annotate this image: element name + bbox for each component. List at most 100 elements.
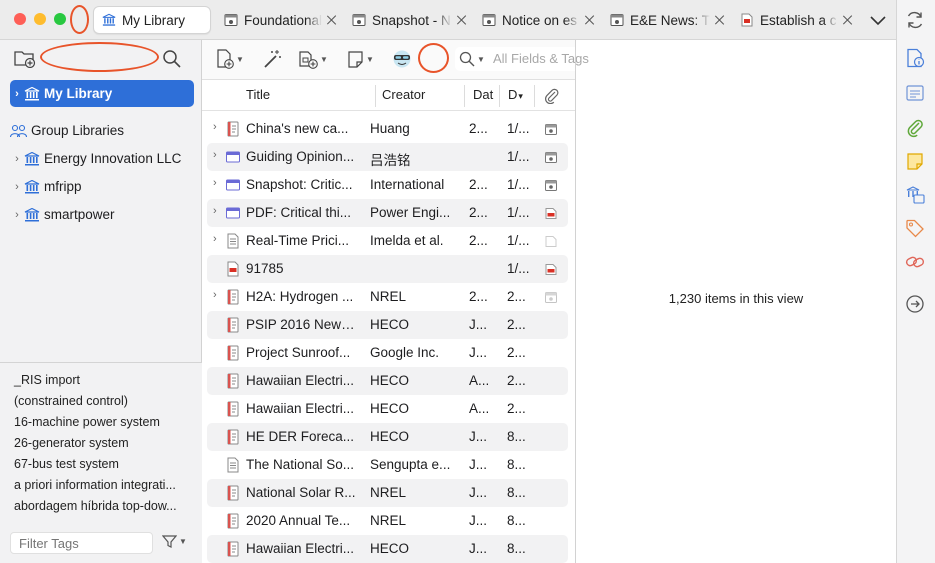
snapshot-attachment-icon[interactable] bbox=[545, 180, 557, 191]
group-libraries-header: Group Libraries bbox=[10, 117, 194, 144]
tags-section-icon[interactable] bbox=[905, 218, 925, 238]
close-tab-icon[interactable] bbox=[714, 14, 726, 26]
related-section-icon[interactable] bbox=[905, 252, 925, 272]
add-by-identifier-button[interactable] bbox=[262, 48, 282, 70]
new-attachment-button[interactable]: ▼ bbox=[298, 48, 328, 70]
cell-creator: HECO bbox=[370, 541, 410, 556]
file-attachment-icon[interactable] bbox=[545, 236, 557, 247]
report-item-type-icon bbox=[227, 429, 239, 445]
tab-notice[interactable]: Notice on es bbox=[474, 6, 602, 34]
close-tab-icon[interactable] bbox=[326, 14, 338, 26]
expand-chevron-icon[interactable]: › bbox=[10, 153, 24, 165]
column-separator[interactable] bbox=[534, 85, 535, 107]
collection-my-library[interactable]: › My Library bbox=[10, 80, 194, 107]
expand-row-chevron-icon[interactable]: › bbox=[213, 177, 217, 189]
expand-chevron-icon[interactable]: › bbox=[10, 181, 24, 193]
sync-icon[interactable] bbox=[905, 10, 925, 30]
tab-ee-news[interactable]: E&E News: T bbox=[602, 6, 732, 34]
cell-creator: International bbox=[370, 177, 445, 192]
cell-date-added: 2... bbox=[507, 345, 526, 360]
close-tab-icon[interactable] bbox=[584, 14, 596, 26]
snapshot-attachment-icon[interactable] bbox=[545, 152, 557, 163]
expand-row-chevron-icon[interactable]: › bbox=[213, 205, 217, 217]
tag-actions-button[interactable]: ▼ bbox=[162, 534, 187, 549]
attachments-column-icon[interactable] bbox=[544, 88, 560, 104]
notes-section-icon[interactable] bbox=[905, 151, 925, 171]
tab-label: Establish a c bbox=[760, 12, 837, 28]
abstract-section-icon[interactable] bbox=[905, 83, 925, 103]
locate-icon[interactable] bbox=[905, 294, 925, 314]
tab-label: E&E News: T bbox=[630, 12, 710, 28]
cell-title: Snapshot: Critic... bbox=[246, 177, 353, 192]
cell-creator: NREL bbox=[370, 485, 407, 500]
tab-my-library[interactable]: My Library bbox=[93, 6, 211, 34]
pdf-attachment-icon[interactable] bbox=[545, 264, 557, 275]
column-separator[interactable] bbox=[375, 85, 376, 107]
expand-row-chevron-icon[interactable]: › bbox=[213, 289, 217, 301]
tab-snapshot[interactable]: Snapshot - N bbox=[344, 6, 474, 34]
cell-creator: Google Inc. bbox=[370, 345, 440, 360]
close-tab-icon[interactable] bbox=[842, 14, 854, 26]
tabs-overflow-chevron-icon[interactable] bbox=[869, 15, 887, 26]
expand-chevron-icon[interactable]: › bbox=[10, 209, 24, 221]
cell-date: J... bbox=[469, 541, 488, 556]
cell-date-added: 1/... bbox=[507, 149, 530, 164]
expand-chevron-icon[interactable]: › bbox=[10, 88, 24, 100]
column-header-date-added[interactable]: D▾ bbox=[508, 87, 523, 102]
column-header-title[interactable]: Title bbox=[246, 87, 270, 102]
document-item-type-icon bbox=[227, 233, 239, 249]
snapshot-attachment-icon[interactable] bbox=[545, 292, 557, 303]
collection-label: mfripp bbox=[44, 179, 82, 194]
new-item-button[interactable]: ▼ bbox=[216, 48, 244, 70]
filter-tags-input[interactable] bbox=[10, 532, 153, 554]
tag-item[interactable]: (constrained control) bbox=[14, 394, 128, 408]
library-icon bbox=[24, 179, 40, 193]
group-energy-innovation[interactable]: › Energy Innovation LLC bbox=[10, 145, 194, 172]
group-mfripp[interactable]: › mfripp bbox=[10, 173, 194, 200]
new-collection-icon[interactable] bbox=[14, 49, 36, 68]
tab-label: Snapshot - N bbox=[372, 12, 451, 28]
info-section-icon[interactable] bbox=[905, 48, 925, 68]
attachments-section-icon[interactable] bbox=[905, 118, 925, 138]
cell-title: Project Sunroof... bbox=[246, 345, 351, 360]
zoom-window-button[interactable] bbox=[54, 13, 66, 25]
expand-row-chevron-icon[interactable]: › bbox=[213, 121, 217, 133]
column-header-creator[interactable]: Creator bbox=[382, 87, 425, 102]
tab-foundational[interactable]: Foundational bbox=[216, 6, 344, 34]
snapshot-attachment-icon[interactable] bbox=[545, 124, 557, 135]
new-note-button[interactable]: ▼ bbox=[347, 48, 374, 70]
close-tab-icon[interactable] bbox=[456, 14, 468, 26]
libraries-collections-icon[interactable] bbox=[905, 184, 925, 204]
group-smartpower[interactable]: › smartpower bbox=[10, 201, 194, 228]
cell-creator: HECO bbox=[370, 373, 410, 388]
search-collections-icon[interactable] bbox=[162, 49, 182, 69]
search-mode-button[interactable]: ▼ bbox=[459, 51, 485, 67]
tag-item[interactable]: abordagem híbrida top-dow... bbox=[14, 499, 177, 513]
column-header-date[interactable]: Dat bbox=[473, 87, 493, 102]
tag-item[interactable]: 16-machine power system bbox=[14, 415, 160, 429]
cell-date-added: 1/... bbox=[507, 121, 530, 136]
column-label: D bbox=[508, 87, 518, 102]
column-separator[interactable] bbox=[464, 85, 465, 107]
reader-avatar-button[interactable] bbox=[391, 48, 413, 70]
cell-date: 2... bbox=[469, 205, 488, 220]
expand-row-chevron-icon[interactable]: › bbox=[213, 233, 217, 245]
tab-establish[interactable]: Establish a c bbox=[732, 6, 860, 34]
column-separator[interactable] bbox=[499, 85, 500, 107]
tag-item[interactable]: 26-generator system bbox=[14, 436, 129, 450]
cell-date-added: 1/... bbox=[507, 205, 530, 220]
tag-item[interactable]: a priori information integrati... bbox=[14, 478, 176, 492]
pdf-attachment-icon[interactable] bbox=[545, 208, 557, 219]
cell-creator: Imelda et al. bbox=[370, 233, 444, 248]
avatar-icon bbox=[393, 50, 411, 68]
cell-date: J... bbox=[469, 345, 488, 360]
tag-item[interactable]: _RIS import bbox=[14, 373, 80, 387]
expand-row-chevron-icon[interactable]: › bbox=[213, 149, 217, 161]
minimize-window-button[interactable] bbox=[34, 13, 46, 25]
cell-date: J... bbox=[469, 513, 488, 528]
note-icon bbox=[348, 50, 363, 68]
cell-date-added: 8... bbox=[507, 513, 526, 528]
tag-item[interactable]: 67-bus test system bbox=[14, 457, 119, 471]
document-item-type-icon bbox=[227, 457, 239, 473]
close-window-button[interactable] bbox=[14, 13, 26, 25]
